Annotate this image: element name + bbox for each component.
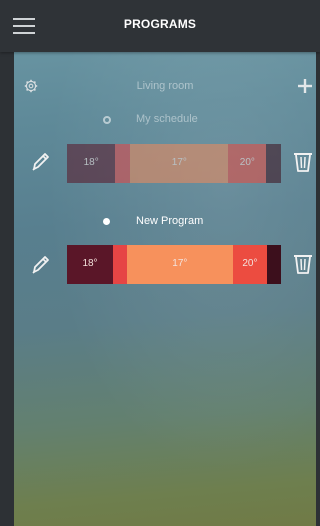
- schedule-segment[interactable]: 20°: [232, 245, 268, 284]
- schedule-segment[interactable]: 18°: [67, 245, 113, 284]
- right-edge: [316, 0, 320, 526]
- pencil-icon[interactable]: [30, 151, 50, 173]
- left-edge: [0, 0, 14, 526]
- program-title-my-schedule[interactable]: My schedule: [0, 112, 320, 128]
- schedule-segment[interactable]: [267, 245, 281, 284]
- inactive-indicator-icon: [103, 116, 111, 124]
- program-name: New Program: [136, 215, 204, 227]
- schedule-bar-new-program[interactable]: 18° 17° 20°: [67, 245, 281, 284]
- top-bar: PROGRAMS: [0, 0, 320, 52]
- segment-temperature-label: 20°: [242, 258, 258, 269]
- schedule-bar-my-schedule[interactable]: 18° 17° 20°: [67, 144, 281, 183]
- schedule-segment[interactable]: 18°: [67, 144, 116, 183]
- schedule-segment[interactable]: 20°: [228, 144, 267, 183]
- app-screen: PROGRAMS Living room My schedule 18° 17°…: [0, 0, 320, 526]
- schedule-segment[interactable]: 17°: [126, 245, 233, 284]
- segment-temperature-label: 18°: [83, 157, 99, 168]
- room-header: Living room: [14, 76, 316, 96]
- schedule-segment[interactable]: 17°: [130, 144, 229, 183]
- segment-temperature-label: 18°: [82, 258, 98, 269]
- pencil-icon[interactable]: [30, 254, 50, 276]
- trash-icon[interactable]: [293, 252, 313, 276]
- plus-icon[interactable]: [296, 77, 314, 95]
- page-title: PROGRAMS: [123, 17, 197, 31]
- active-indicator-icon: [103, 218, 110, 225]
- segment-temperature-label: 20°: [239, 157, 255, 168]
- schedule-segment[interactable]: [266, 144, 281, 183]
- program-name: My schedule: [136, 113, 198, 125]
- schedule-segment[interactable]: [113, 245, 127, 284]
- trash-icon[interactable]: [293, 150, 313, 174]
- segment-temperature-label: 17°: [172, 258, 188, 269]
- program-title-new-program[interactable]: New Program: [0, 214, 320, 230]
- schedule-segment[interactable]: [115, 144, 131, 183]
- segment-temperature-label: 17°: [171, 157, 187, 168]
- room-name: Living room: [136, 80, 194, 92]
